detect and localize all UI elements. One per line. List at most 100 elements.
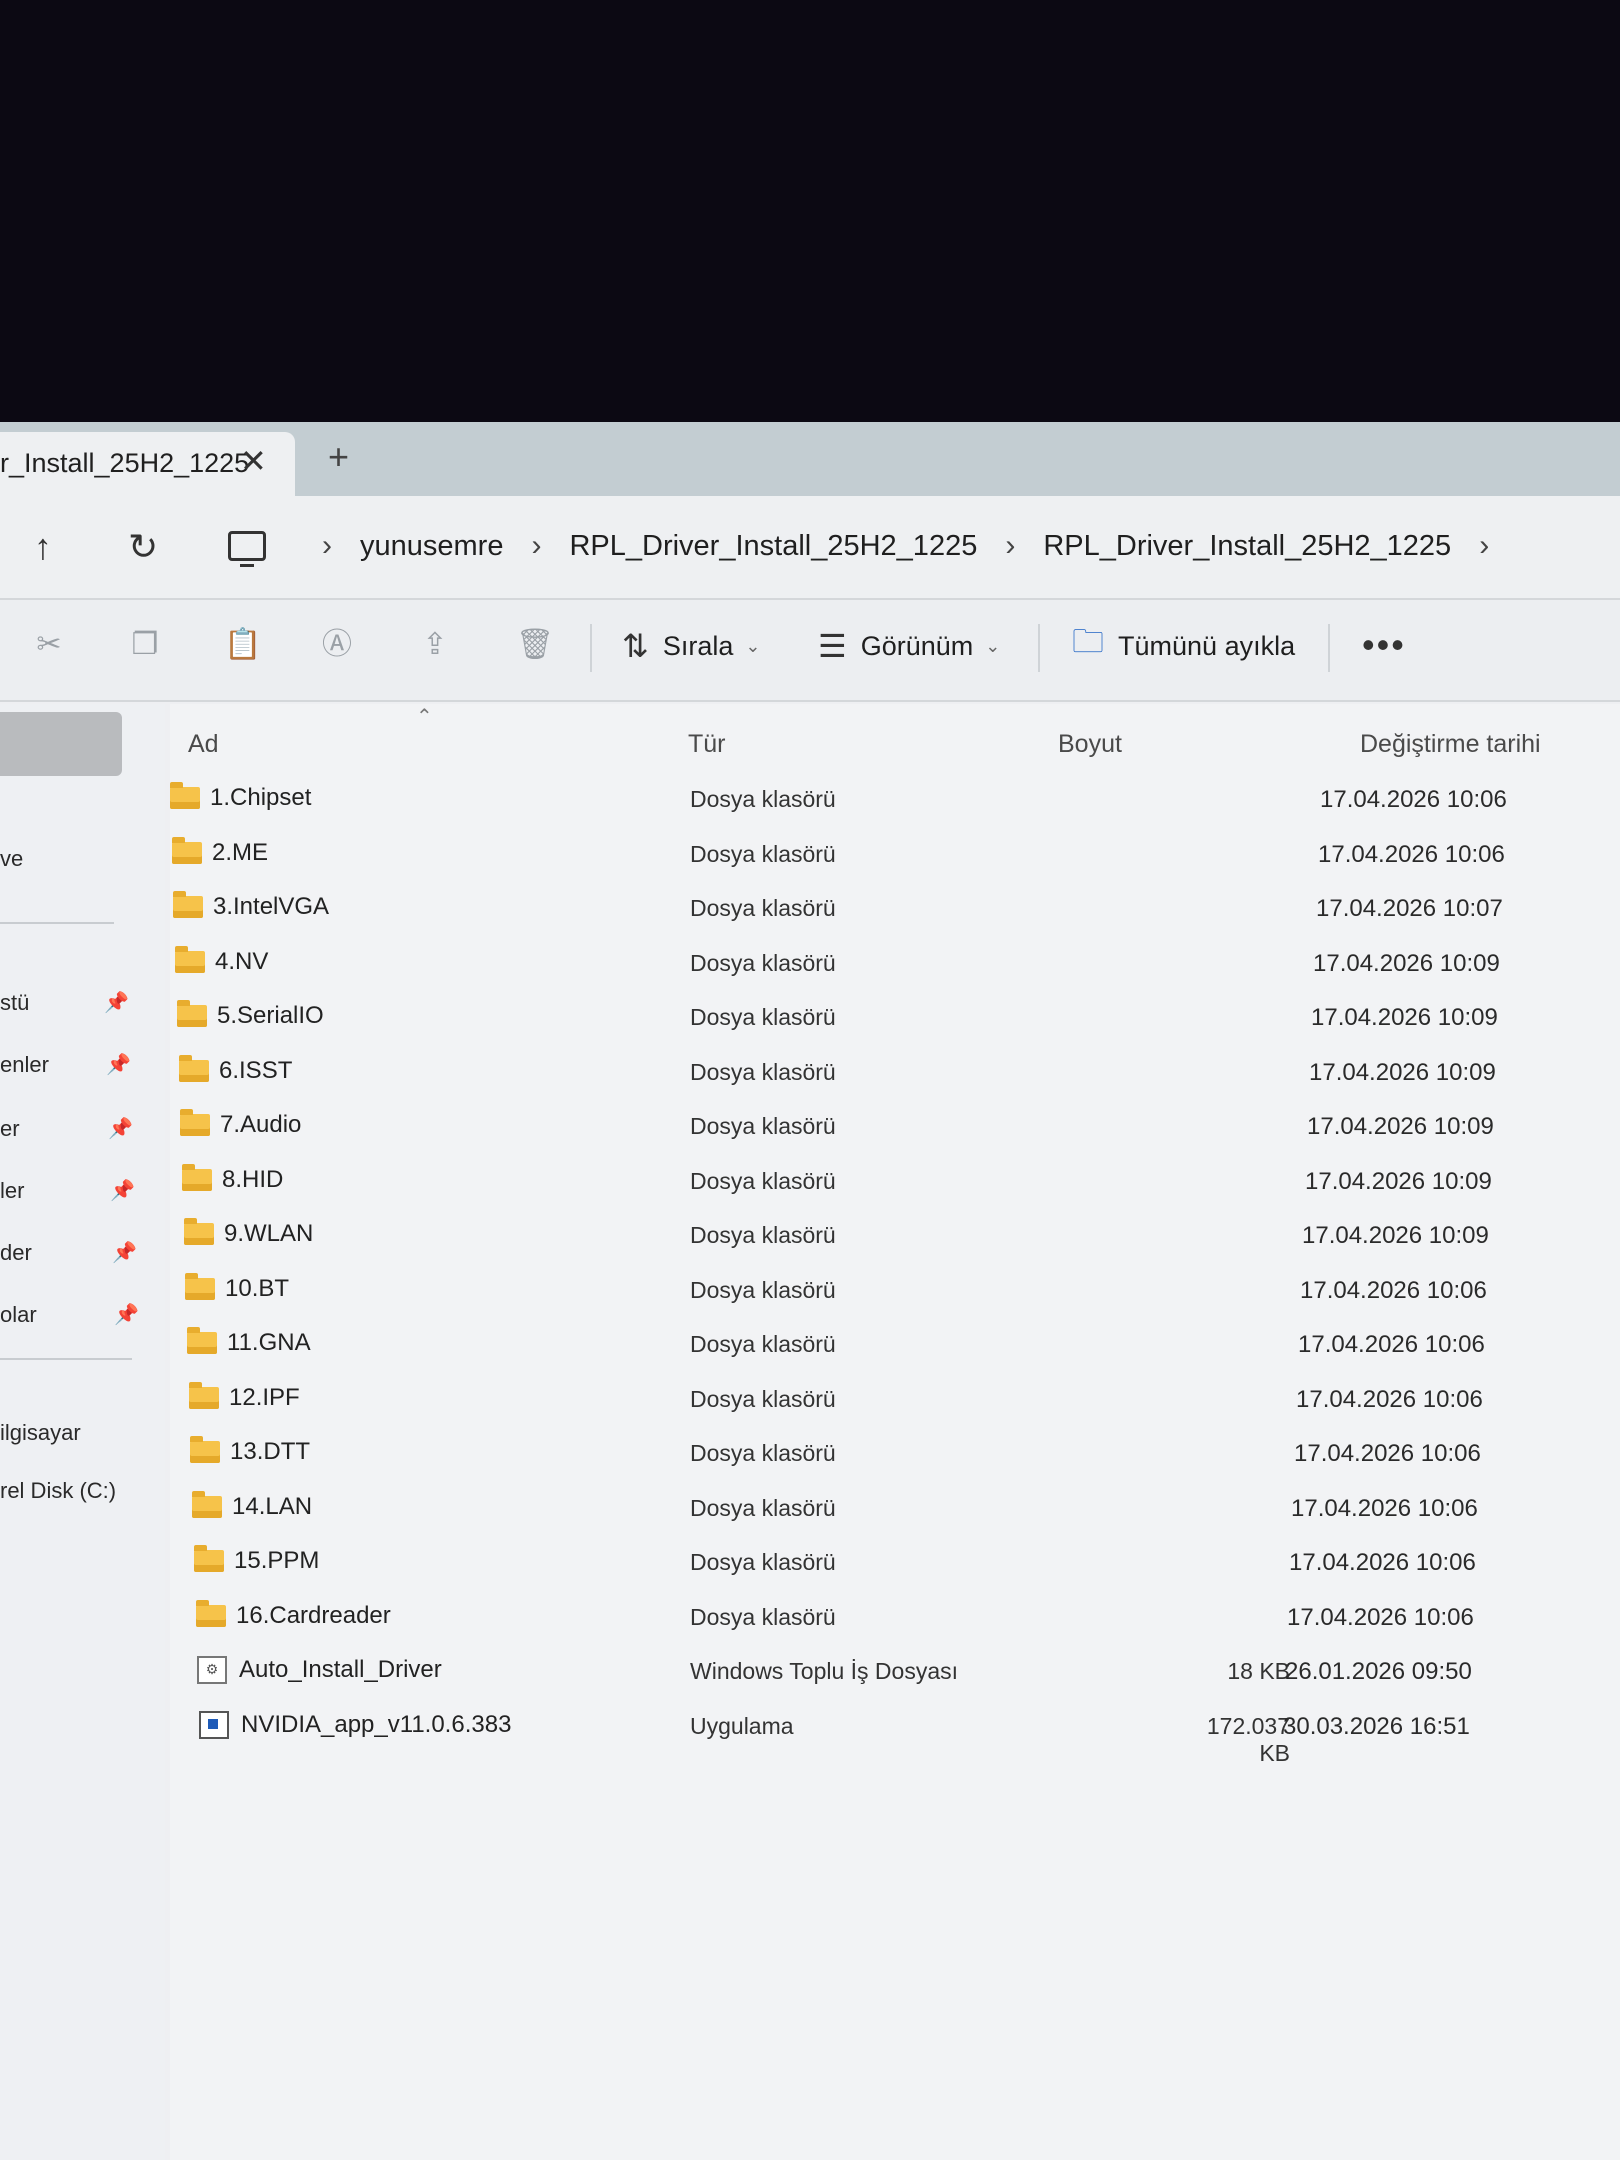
file-type: Dosya klasörü bbox=[690, 840, 836, 867]
extract-all-label: Tümünü ayıkla bbox=[1118, 630, 1296, 661]
address-bar: ↑ ↻ › yunusemre › RPL_Driver_Install_25H… bbox=[0, 496, 1620, 598]
file-date-modified: 17.04.2026 10:09 bbox=[1302, 1222, 1489, 1249]
table-row[interactable]: 10.BT Dosya klasörü 17.04.2026 10:06 bbox=[170, 1267, 1620, 1319]
table-row[interactable]: 13.DTT Dosya klasörü 17.04.2026 10:06 bbox=[170, 1430, 1620, 1482]
sidebar-item[interactable]: er bbox=[0, 1116, 20, 1142]
column-header-size[interactable]: Boyut bbox=[1058, 730, 1122, 759]
view-label: Görünüm bbox=[860, 630, 974, 661]
pin-icon[interactable]: 📌 bbox=[110, 1178, 135, 1203]
sidebar-item-local-disk[interactable]: rel Disk (C:) bbox=[0, 1478, 116, 1504]
chevron-right-icon[interactable]: › bbox=[322, 529, 332, 563]
file-name: 7.Audio bbox=[220, 1111, 302, 1138]
file-name: 16.Cardreader bbox=[236, 1601, 391, 1629]
file-type: Dosya klasörü bbox=[690, 1113, 836, 1139]
breadcrumb: › yunusemre › RPL_Driver_Install_25H2_12… bbox=[228, 520, 1517, 572]
file-type: Dosya klasörü bbox=[690, 1603, 836, 1630]
file-name: 8.HID bbox=[222, 1165, 284, 1193]
sidebar-item-this-pc[interactable]: ilgisayar bbox=[0, 1420, 81, 1446]
sidebar-item[interactable]: stü bbox=[0, 990, 29, 1016]
pin-icon[interactable]: 📌 bbox=[106, 1052, 131, 1077]
column-header-name[interactable]: Ad bbox=[188, 730, 219, 759]
chevron-right-icon[interactable]: › bbox=[1005, 529, 1015, 563]
table-row[interactable]: 5.SerialIO Dosya klasörü 17.04.2026 10:09 bbox=[170, 994, 1620, 1046]
folder-icon bbox=[185, 1272, 215, 1300]
file-type: Dosya klasörü bbox=[690, 949, 836, 976]
breadcrumb-item-subfolder[interactable]: RPL_Driver_Install_25H2_1225 bbox=[1043, 530, 1451, 563]
tab-title: r_Install_25H2_1225 bbox=[0, 448, 250, 478]
folder-icon bbox=[172, 836, 202, 864]
extract-all-button[interactable]: 🗀 Tümünü ayıkla bbox=[1072, 623, 1296, 668]
toolbar-separator bbox=[590, 624, 592, 672]
chevron-right-icon[interactable]: › bbox=[531, 529, 541, 563]
file-name: 10.BT bbox=[225, 1274, 290, 1302]
folder-icon bbox=[173, 891, 203, 918]
table-row[interactable]: 11.GNA Dosya klasörü 17.04.2026 10:06 bbox=[170, 1321, 1620, 1373]
folder-icon bbox=[196, 1599, 226, 1627]
more-options-icon[interactable]: ••• bbox=[1362, 624, 1406, 666]
file-size: 18 KB bbox=[1227, 1658, 1290, 1684]
column-header-type[interactable]: Tür bbox=[688, 730, 726, 759]
file-list: ⌃ Ad Tür Boyut Değiştirme tarihi 1.Chips… bbox=[170, 704, 1620, 2160]
file-name-cell: 11.GNA bbox=[187, 1327, 311, 1357]
cut-icon[interactable]: ✂ bbox=[32, 628, 66, 662]
folder-icon bbox=[190, 1436, 220, 1463]
file-name-cell: 7.Audio bbox=[180, 1109, 302, 1139]
copy-icon[interactable]: ❐ bbox=[128, 628, 162, 662]
file-name: 9.WLAN bbox=[224, 1220, 314, 1247]
sidebar-item[interactable]: enler bbox=[0, 1052, 49, 1078]
file-type: Uygulama bbox=[690, 1712, 794, 1739]
view-button[interactable]: ☰ Görünüm ⌄ bbox=[818, 624, 1000, 668]
delete-icon[interactable]: 🗑 bbox=[516, 628, 554, 662]
table-row[interactable]: 7.Audio Dosya klasörü 17.04.2026 10:09 bbox=[170, 1103, 1620, 1155]
close-icon[interactable]: ✕ bbox=[240, 442, 267, 480]
table-row[interactable]: ⚙ Auto_Install_Driver Windows Toplu İş Dos… bbox=[170, 1648, 1620, 1700]
sidebar-item[interactable]: ler bbox=[0, 1178, 24, 1204]
table-row[interactable]: 3.IntelVGA Dosya klasörü 17.04.2026 10:07 bbox=[170, 885, 1620, 937]
pin-icon[interactable]: 📌 bbox=[104, 990, 129, 1015]
table-row[interactable]: 12.IPF Dosya klasörü 17.04.2026 10:06 bbox=[170, 1376, 1620, 1428]
chevron-right-icon[interactable]: › bbox=[1479, 529, 1489, 563]
table-row[interactable]: 4.NV Dosya klasörü 17.04.2026 10:09 bbox=[170, 940, 1620, 992]
sort-button[interactable]: ⇅ Sırala ⌄ bbox=[622, 624, 760, 668]
table-row[interactable]: 6.ISST Dosya klasörü 17.04.2026 10:09 bbox=[170, 1049, 1620, 1101]
breadcrumb-item-user[interactable]: yunusemre bbox=[360, 530, 503, 563]
computer-icon[interactable] bbox=[228, 531, 266, 567]
column-header-date[interactable]: Değiştirme tarihi bbox=[1360, 730, 1541, 759]
toolbar-separator bbox=[1038, 624, 1040, 672]
pin-icon[interactable]: 📌 bbox=[112, 1240, 137, 1265]
file-name-cell: 8.HID bbox=[182, 1163, 284, 1194]
refresh-icon[interactable]: ↻ bbox=[128, 526, 158, 568]
tab-active[interactable]: r_Install_25H2_1225 ✕ bbox=[0, 432, 295, 496]
sidebar-item[interactable]: der bbox=[0, 1240, 32, 1266]
paste-icon[interactable]: 📋 bbox=[224, 628, 261, 662]
pin-icon[interactable]: 📌 bbox=[114, 1302, 139, 1327]
table-row[interactable]: 1.Chipset Dosya klasörü 17.04.2026 10:06 bbox=[170, 776, 1620, 828]
extract-folder-icon: 🗀 bbox=[1072, 623, 1105, 659]
sidebar-item-selected[interactable] bbox=[0, 712, 122, 776]
table-row[interactable]: 16.Cardreader Dosya klasörü 17.04.2026 10:… bbox=[170, 1594, 1620, 1646]
file-name: 5.SerialIO bbox=[217, 1002, 324, 1029]
file-name-cell: ⚙ Auto_Install_Driver bbox=[197, 1656, 442, 1684]
table-row[interactable]: 15.PPM Dosya klasörü 17.04.2026 10:06 bbox=[170, 1539, 1620, 1591]
pin-icon[interactable]: 📌 bbox=[108, 1116, 133, 1141]
rename-icon[interactable]: Ⓐ bbox=[320, 628, 354, 662]
breadcrumb-item-folder[interactable]: RPL_Driver_Install_25H2_1225 bbox=[569, 530, 977, 563]
file-type: Dosya klasörü bbox=[690, 786, 836, 812]
sidebar-item[interactable]: olar bbox=[0, 1302, 37, 1328]
table-row[interactable]: 2.ME Dosya klasörü 17.04.2026 10:06 bbox=[170, 831, 1620, 883]
table-row[interactable]: 8.HID Dosya klasörü 17.04.2026 10:09 bbox=[170, 1158, 1620, 1210]
file-type: Dosya klasörü bbox=[690, 1058, 836, 1085]
sidebar-divider bbox=[0, 1358, 132, 1360]
share-icon[interactable]: ⇪ bbox=[418, 628, 452, 662]
tab-strip: r_Install_25H2_1225 ✕ + bbox=[0, 422, 1620, 496]
folder-icon bbox=[184, 1218, 214, 1245]
new-tab-button[interactable]: + bbox=[328, 436, 349, 478]
sidebar-item[interactable]: ve bbox=[0, 846, 23, 872]
file-type: Dosya klasörü bbox=[690, 1167, 836, 1194]
file-name-cell: NVIDIA_app_v11.0.6.383 bbox=[199, 1710, 511, 1739]
table-row[interactable]: 9.WLAN Dosya klasörü 17.04.2026 10:09 bbox=[170, 1212, 1620, 1264]
up-arrow-icon[interactable]: ↑ bbox=[34, 526, 52, 568]
table-row[interactable]: NVIDIA_app_v11.0.6.383 Uygulama 172.037 KB… bbox=[170, 1703, 1620, 1766]
table-row[interactable]: 14.LAN Dosya klasörü 17.04.2026 10:06 bbox=[170, 1485, 1620, 1537]
divider bbox=[0, 700, 1620, 702]
